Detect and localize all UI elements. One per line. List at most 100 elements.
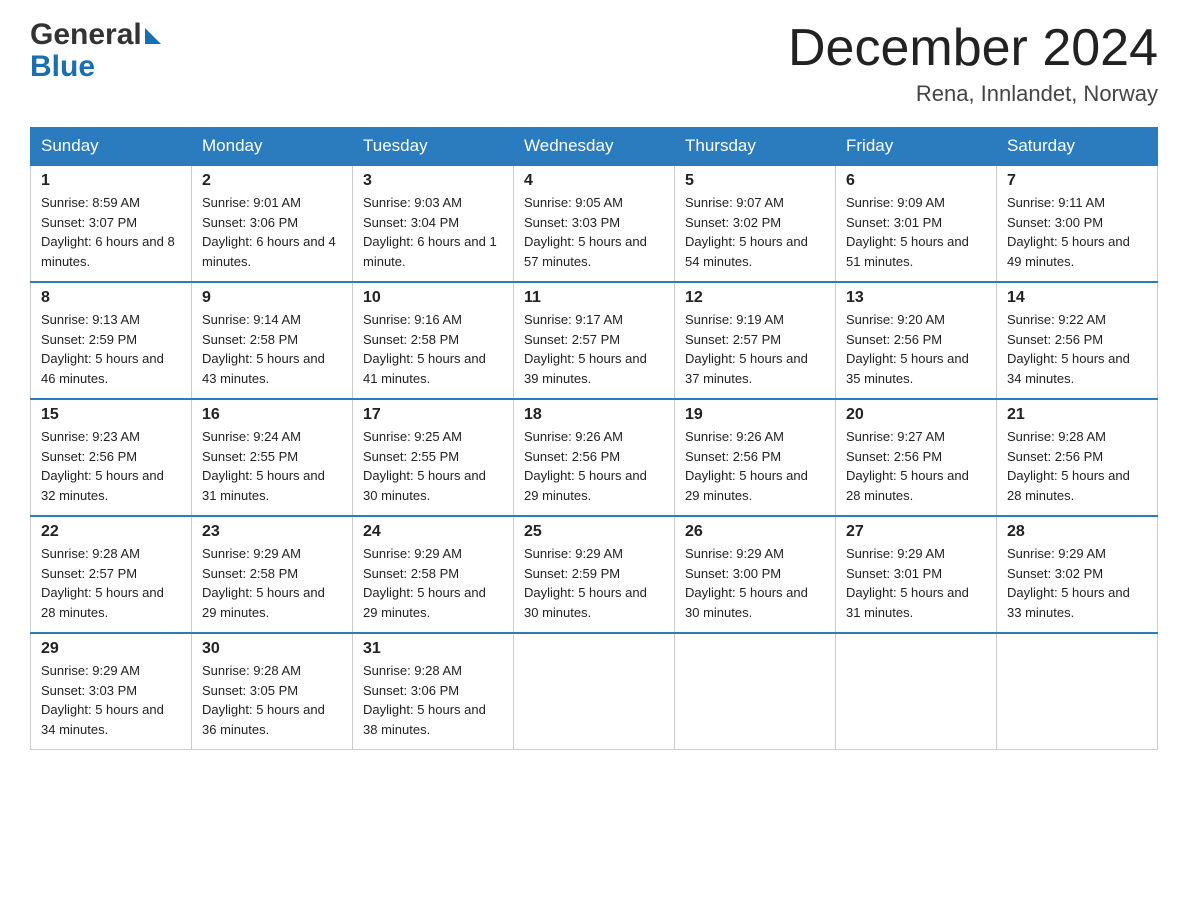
day-number: 4	[524, 172, 664, 190]
calendar-week-row: 29Sunrise: 9:29 AMSunset: 3:03 PMDayligh…	[31, 633, 1158, 750]
day-number: 10	[363, 289, 503, 307]
day-info: Sunrise: 9:14 AMSunset: 2:58 PMDaylight:…	[202, 310, 342, 388]
day-number: 12	[685, 289, 825, 307]
calendar-day-header-tuesday: Tuesday	[353, 128, 514, 166]
calendar-day-cell: 22 Sunrise: 9:28 AMSunset: 2:57 PMDayligh…	[31, 516, 192, 633]
day-info: Sunrise: 9:09 AMSunset: 3:01 PMDaylight:…	[846, 193, 986, 271]
day-number: 6	[846, 172, 986, 190]
day-info: Sunrise: 9:01 AMSunset: 3:06 PMDaylight:…	[202, 193, 342, 271]
calendar-day-cell: 1 Sunrise: 8:59 AMSunset: 3:07 PMDaylight…	[31, 165, 192, 282]
day-number: 11	[524, 289, 664, 307]
day-number: 23	[202, 523, 342, 541]
calendar-day-cell: 13 Sunrise: 9:20 AMSunset: 2:56 PMDayligh…	[836, 282, 997, 399]
calendar-day-cell: 31 Sunrise: 9:28 AMSunset: 3:06 PMDayligh…	[353, 633, 514, 750]
day-info: Sunrise: 9:28 AMSunset: 3:05 PMDaylight:…	[202, 661, 342, 739]
day-info: Sunrise: 9:22 AMSunset: 2:56 PMDaylight:…	[1007, 310, 1147, 388]
day-info: Sunrise: 9:28 AMSunset: 2:57 PMDaylight:…	[41, 544, 181, 622]
calendar-day-cell: 15 Sunrise: 9:23 AMSunset: 2:56 PMDayligh…	[31, 399, 192, 516]
calendar-header-row: SundayMondayTuesdayWednesdayThursdayFrid…	[31, 128, 1158, 166]
day-info: Sunrise: 9:19 AMSunset: 2:57 PMDaylight:…	[685, 310, 825, 388]
day-info: Sunrise: 9:26 AMSunset: 2:56 PMDaylight:…	[524, 427, 664, 505]
day-number: 14	[1007, 289, 1147, 307]
day-number: 15	[41, 406, 181, 424]
day-number: 18	[524, 406, 664, 424]
calendar-day-cell: 4 Sunrise: 9:05 AMSunset: 3:03 PMDaylight…	[514, 165, 675, 282]
calendar-week-row: 15 Sunrise: 9:23 AMSunset: 2:56 PMDayligh…	[31, 399, 1158, 516]
calendar-day-cell: 24 Sunrise: 9:29 AMSunset: 2:58 PMDayligh…	[353, 516, 514, 633]
day-number: 9	[202, 289, 342, 307]
calendar-day-cell: 16Sunrise: 9:24 AMSunset: 2:55 PMDayligh…	[192, 399, 353, 516]
day-number: 24	[363, 523, 503, 541]
day-info: Sunrise: 9:29 AMSunset: 2:58 PMDaylight:…	[202, 544, 342, 622]
day-info: Sunrise: 9:05 AMSunset: 3:03 PMDaylight:…	[524, 193, 664, 271]
day-number: 30	[202, 640, 342, 658]
day-number: 2	[202, 172, 342, 190]
day-info: Sunrise: 8:59 AMSunset: 3:07 PMDaylight:…	[41, 193, 181, 271]
day-number: 21	[1007, 406, 1147, 424]
calendar-day-cell: 25 Sunrise: 9:29 AMSunset: 2:59 PMDayligh…	[514, 516, 675, 633]
day-number: 26	[685, 523, 825, 541]
logo-blue-text: Blue	[30, 52, 161, 82]
calendar-day-header-monday: Monday	[192, 128, 353, 166]
calendar-day-header-saturday: Saturday	[997, 128, 1158, 166]
calendar-week-row: 1 Sunrise: 8:59 AMSunset: 3:07 PMDaylight…	[31, 165, 1158, 282]
day-info: Sunrise: 9:23 AMSunset: 2:56 PMDaylight:…	[41, 427, 181, 505]
empty-cell	[514, 633, 675, 750]
calendar-day-cell: 20 Sunrise: 9:27 AMSunset: 2:56 PMDayligh…	[836, 399, 997, 516]
day-info: Sunrise: 9:29 AMSunset: 2:59 PMDaylight:…	[524, 544, 664, 622]
calendar-day-cell: 11 Sunrise: 9:17 AMSunset: 2:57 PMDayligh…	[514, 282, 675, 399]
day-info: Sunrise: 9:29 AMSunset: 3:00 PMDaylight:…	[685, 544, 825, 622]
day-info: Sunrise: 9:28 AMSunset: 3:06 PMDaylight:…	[363, 661, 503, 739]
day-number: 20	[846, 406, 986, 424]
logo: General Blue	[30, 20, 161, 82]
logo-triangle-icon	[145, 28, 161, 44]
day-info: Sunrise: 9:11 AMSunset: 3:00 PMDaylight:…	[1007, 193, 1147, 271]
calendar-day-cell: 23 Sunrise: 9:29 AMSunset: 2:58 PMDayligh…	[192, 516, 353, 633]
day-info: Sunrise: 9:27 AMSunset: 2:56 PMDaylight:…	[846, 427, 986, 505]
calendar-day-header-wednesday: Wednesday	[514, 128, 675, 166]
day-number: 13	[846, 289, 986, 307]
calendar-day-cell: 2 Sunrise: 9:01 AMSunset: 3:06 PMDaylight…	[192, 165, 353, 282]
day-number: 22	[41, 523, 181, 541]
empty-cell	[997, 633, 1158, 750]
logo-general-text: General	[30, 20, 142, 50]
calendar-day-cell: 10 Sunrise: 9:16 AMSunset: 2:58 PMDayligh…	[353, 282, 514, 399]
title-area: December 2024 Rena, Innlandet, Norway	[788, 20, 1158, 107]
empty-cell	[675, 633, 836, 750]
day-number: 7	[1007, 172, 1147, 190]
calendar-day-cell: 17Sunrise: 9:25 AMSunset: 2:55 PMDayligh…	[353, 399, 514, 516]
day-info: Sunrise: 9:16 AMSunset: 2:58 PMDaylight:…	[363, 310, 503, 388]
calendar-day-header-sunday: Sunday	[31, 128, 192, 166]
calendar-day-cell: 30 Sunrise: 9:28 AMSunset: 3:05 PMDayligh…	[192, 633, 353, 750]
day-info: Sunrise: 9:29 AMSunset: 2:58 PMDaylight:…	[363, 544, 503, 622]
day-number: 27	[846, 523, 986, 541]
day-info: Sunrise: 9:29 AMSunset: 3:02 PMDaylight:…	[1007, 544, 1147, 622]
day-number: 1	[41, 172, 181, 190]
calendar-day-cell: 29Sunrise: 9:29 AMSunset: 3:03 PMDayligh…	[31, 633, 192, 750]
day-info: Sunrise: 9:29 AMSunset: 3:01 PMDaylight:…	[846, 544, 986, 622]
day-info: Sunrise: 9:29 AMSunset: 3:03 PMDaylight:…	[41, 661, 181, 739]
calendar-day-cell: 18 Sunrise: 9:26 AMSunset: 2:56 PMDayligh…	[514, 399, 675, 516]
day-number: 8	[41, 289, 181, 307]
day-info: Sunrise: 9:17 AMSunset: 2:57 PMDaylight:…	[524, 310, 664, 388]
day-info: Sunrise: 9:07 AMSunset: 3:02 PMDaylight:…	[685, 193, 825, 271]
empty-cell	[836, 633, 997, 750]
page-header: General Blue December 2024 Rena, Innland…	[30, 20, 1158, 107]
month-title: December 2024	[788, 20, 1158, 77]
calendar-day-cell: 6 Sunrise: 9:09 AMSunset: 3:01 PMDaylight…	[836, 165, 997, 282]
calendar-week-row: 22 Sunrise: 9:28 AMSunset: 2:57 PMDayligh…	[31, 516, 1158, 633]
day-number: 28	[1007, 523, 1147, 541]
day-number: 25	[524, 523, 664, 541]
day-number: 31	[363, 640, 503, 658]
day-number: 19	[685, 406, 825, 424]
day-number: 5	[685, 172, 825, 190]
location-subtitle: Rena, Innlandet, Norway	[788, 81, 1158, 107]
calendar-day-cell: 9 Sunrise: 9:14 AMSunset: 2:58 PMDaylight…	[192, 282, 353, 399]
calendar-day-cell: 21Sunrise: 9:28 AMSunset: 2:56 PMDayligh…	[997, 399, 1158, 516]
calendar-day-header-thursday: Thursday	[675, 128, 836, 166]
calendar-table: SundayMondayTuesdayWednesdayThursdayFrid…	[30, 127, 1158, 750]
calendar-day-cell: 8 Sunrise: 9:13 AMSunset: 2:59 PMDaylight…	[31, 282, 192, 399]
calendar-day-cell: 27 Sunrise: 9:29 AMSunset: 3:01 PMDayligh…	[836, 516, 997, 633]
day-info: Sunrise: 9:13 AMSunset: 2:59 PMDaylight:…	[41, 310, 181, 388]
day-info: Sunrise: 9:20 AMSunset: 2:56 PMDaylight:…	[846, 310, 986, 388]
